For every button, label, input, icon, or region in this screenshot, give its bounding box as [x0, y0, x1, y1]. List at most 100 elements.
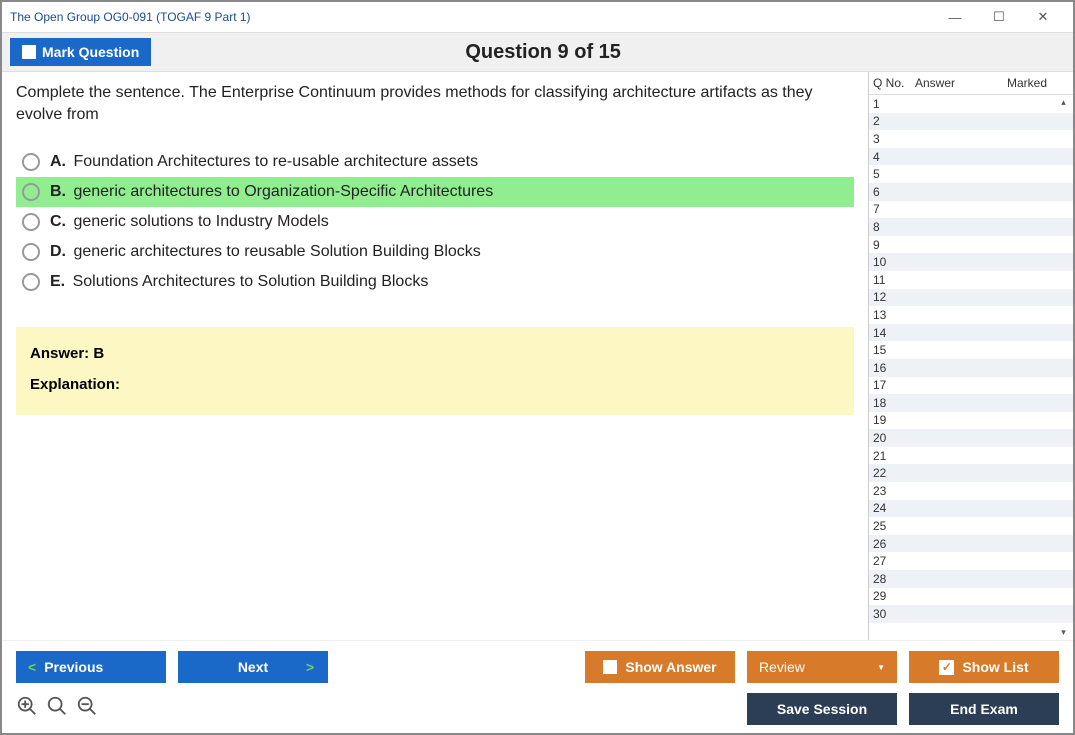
qlist-row[interactable]: 26 — [869, 535, 1073, 553]
option-row[interactable]: A. Foundation Architectures to re-usable… — [16, 147, 854, 177]
show-list-button[interactable]: ✓ Show List — [909, 651, 1059, 683]
question-counter: Question 9 of 15 — [151, 41, 1065, 64]
titlebar: The Open Group OG0-091 (TOGAF 9 Part 1) … — [2, 2, 1073, 32]
option-text: D. generic architectures to reusable Sol… — [50, 243, 481, 261]
qlist-row[interactable]: 27 — [869, 552, 1073, 570]
radio-icon[interactable] — [22, 273, 40, 291]
option-row[interactable]: E. Solutions Architectures to Solution B… — [16, 267, 854, 297]
radio-icon[interactable] — [22, 213, 40, 231]
qlist-number: 9 — [873, 238, 915, 252]
question-text: Complete the sentence. The Enterprise Co… — [16, 82, 854, 127]
qlist-number: 22 — [873, 466, 915, 480]
qlist-number: 11 — [873, 273, 915, 287]
qlist-row[interactable]: 24 — [869, 500, 1073, 518]
save-session-label: Save Session — [777, 701, 867, 717]
scroll-down-icon[interactable]: ▾ — [1056, 625, 1071, 640]
qlist-row[interactable]: 17 — [869, 377, 1073, 395]
review-dropdown[interactable]: Review ▼ — [747, 651, 897, 683]
qlist-row[interactable]: 10 — [869, 253, 1073, 271]
save-session-button[interactable]: Save Session — [747, 693, 897, 725]
scroll-up-icon[interactable]: ▴ — [1056, 95, 1071, 110]
qlist-row[interactable]: 22 — [869, 464, 1073, 482]
button-row-2: Save Session End Exam — [16, 693, 1059, 725]
qlist-row[interactable]: 19 — [869, 412, 1073, 430]
close-button[interactable]: ✕ — [1021, 3, 1065, 31]
option-row[interactable]: D. generic architectures to reusable Sol… — [16, 237, 854, 267]
review-label: Review — [759, 659, 805, 675]
show-answer-label: Show Answer — [625, 659, 716, 675]
zoom-out-icon[interactable] — [76, 695, 98, 723]
option-text: B. generic architectures to Organization… — [50, 183, 493, 201]
qlist-number: 14 — [873, 326, 915, 340]
qlist-row[interactable]: 14 — [869, 324, 1073, 342]
header-qno: Q No. — [873, 76, 915, 90]
qlist-number: 10 — [873, 255, 915, 269]
qlist-row[interactable]: 16 — [869, 359, 1073, 377]
qlist-number: 27 — [873, 554, 915, 568]
qlist-number: 6 — [873, 185, 915, 199]
qlist-row[interactable]: 21 — [869, 447, 1073, 465]
radio-icon[interactable] — [22, 243, 40, 261]
bottombar: < Previous Next > Show Answer Review ▼ ✓… — [2, 640, 1073, 733]
previous-label: Previous — [44, 659, 103, 675]
qlist-number: 16 — [873, 361, 915, 375]
minimize-button[interactable]: — — [933, 3, 977, 31]
check-icon: ✓ — [939, 660, 954, 675]
option-letter: B. — [50, 183, 66, 200]
show-answer-button[interactable]: Show Answer — [585, 651, 735, 683]
qlist-row[interactable]: 18 — [869, 394, 1073, 412]
end-exam-button[interactable]: End Exam — [909, 693, 1059, 725]
zoom-in-icon[interactable] — [16, 695, 38, 723]
qlist-number: 4 — [873, 150, 915, 164]
qlist-row[interactable]: 2 — [869, 113, 1073, 131]
qlist-number: 19 — [873, 413, 915, 427]
mark-question-button[interactable]: Mark Question — [10, 38, 151, 66]
qlist-row[interactable]: 20 — [869, 429, 1073, 447]
qlist-row[interactable]: 15 — [869, 341, 1073, 359]
qlist-row[interactable]: 9 — [869, 236, 1073, 254]
next-button[interactable]: Next > — [178, 651, 328, 683]
qlist-number: 13 — [873, 308, 915, 322]
option-text: C. generic solutions to Industry Models — [50, 213, 329, 231]
previous-button[interactable]: < Previous — [16, 651, 166, 683]
option-row[interactable]: C. generic solutions to Industry Models — [16, 207, 854, 237]
options-list: A. Foundation Architectures to re-usable… — [16, 147, 854, 297]
qlist-row[interactable]: 28 — [869, 570, 1073, 588]
qlist-row[interactable]: 25 — [869, 517, 1073, 535]
qlist-row[interactable]: 13 — [869, 306, 1073, 324]
next-label: Next — [238, 659, 268, 675]
qlist-number: 28 — [873, 572, 915, 586]
qlist-row[interactable]: 5 — [869, 165, 1073, 183]
option-row[interactable]: B. generic architectures to Organization… — [16, 177, 854, 207]
qlist-row[interactable]: 8 — [869, 218, 1073, 236]
body-area: Complete the sentence. The Enterprise Co… — [2, 72, 1073, 640]
radio-icon[interactable] — [22, 153, 40, 171]
qlist-row[interactable]: 1 — [869, 95, 1073, 113]
radio-icon[interactable] — [22, 183, 40, 201]
zoom-reset-icon[interactable] — [46, 695, 68, 723]
qlist-row[interactable]: 23 — [869, 482, 1073, 500]
explanation-label: Explanation: — [30, 376, 840, 393]
qlist-scroll[interactable]: 1234567891011121314151617181920212223242… — [869, 95, 1073, 640]
option-letter: E. — [50, 273, 65, 290]
qlist-row[interactable]: 11 — [869, 271, 1073, 289]
qlist-number: 18 — [873, 396, 915, 410]
qlist-row[interactable]: 4 — [869, 148, 1073, 166]
qlist-number: 23 — [873, 484, 915, 498]
end-exam-label: End Exam — [950, 701, 1018, 717]
qlist-number: 3 — [873, 132, 915, 146]
topbar: Mark Question Question 9 of 15 — [2, 32, 1073, 72]
maximize-button[interactable]: ☐ — [977, 3, 1021, 31]
main-panel: Complete the sentence. The Enterprise Co… — [2, 72, 868, 640]
show-list-label: Show List — [962, 659, 1028, 675]
qlist-row[interactable]: 12 — [869, 289, 1073, 307]
qlist-row[interactable]: 7 — [869, 201, 1073, 219]
qlist-row[interactable]: 30 — [869, 605, 1073, 623]
option-text: E. Solutions Architectures to Solution B… — [50, 273, 428, 291]
qlist-number: 1 — [873, 97, 915, 111]
answer-box: Answer: B Explanation: — [16, 327, 854, 415]
qlist-row[interactable]: 29 — [869, 588, 1073, 606]
qlist-row[interactable]: 3 — [869, 130, 1073, 148]
qlist-number: 24 — [873, 501, 915, 515]
qlist-row[interactable]: 6 — [869, 183, 1073, 201]
